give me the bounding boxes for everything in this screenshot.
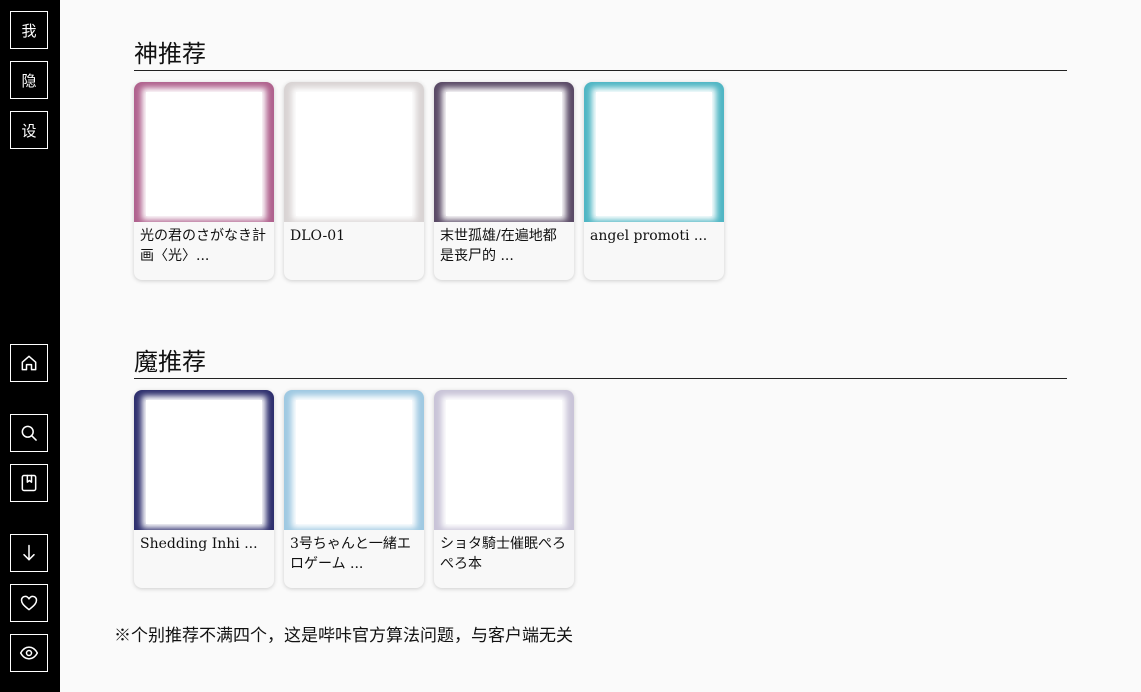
section-title-demon-recommend: 魔推荐 xyxy=(134,348,1067,379)
comic-cover xyxy=(134,390,274,530)
settings-button-label: 设 xyxy=(21,121,37,140)
comic-cover xyxy=(284,82,424,222)
comic-title: 末世孤雄/在遍地都是丧尸的 ... xyxy=(440,228,557,264)
bookmark-icon xyxy=(21,474,37,492)
settings-button[interactable]: 设 xyxy=(10,111,48,149)
comic-title: 光の君のさがなき計画〈光〉... xyxy=(140,228,266,264)
hide-button-label: 隐 xyxy=(21,71,37,90)
comic-title: angel promoti ... xyxy=(590,228,708,244)
comic-cover xyxy=(134,82,274,222)
comic-card[interactable]: angel promoti ... xyxy=(584,82,724,280)
home-icon xyxy=(21,355,37,371)
footnote: ※个别推荐不满四个，这是哔咔官方算法问题，与客户端无关 xyxy=(114,626,573,646)
section-title-god-recommend: 神推荐 xyxy=(134,40,1067,71)
home-button[interactable] xyxy=(10,344,48,382)
comic-card[interactable]: 光の君のさがなき計画〈光〉... xyxy=(134,82,274,280)
comic-title: Shedding Inhi ... xyxy=(140,536,258,552)
comic-cover xyxy=(434,390,574,530)
bookmark-button[interactable] xyxy=(10,464,48,502)
comic-card[interactable]: ショタ騎士催眠ぺろぺろ本 xyxy=(434,390,574,588)
view-button[interactable] xyxy=(10,634,48,672)
comic-card[interactable]: DLO-01 xyxy=(284,82,424,280)
comic-card[interactable]: Shedding Inhi ... xyxy=(134,390,274,588)
profile-button[interactable]: 我 xyxy=(10,11,48,49)
comic-title: DLO-01 xyxy=(290,228,346,244)
favorite-button[interactable] xyxy=(10,584,48,622)
comic-card[interactable]: 末世孤雄/在遍地都是丧尸的 ... xyxy=(434,82,574,280)
comic-title: 3号ちゃんと一緒エロゲーム ... xyxy=(290,536,411,572)
heart-icon xyxy=(20,595,38,611)
profile-button-label: 我 xyxy=(21,21,37,40)
comic-card[interactable]: 3号ちゃんと一緒エロゲーム ... xyxy=(284,390,424,588)
sidebar: 我 隐 设 xyxy=(0,0,60,692)
card-row-god-recommend: 光の君のさがなき計画〈光〉... DLO-01 末世孤雄/在遍地都是丧尸的 ..… xyxy=(134,82,724,280)
comic-cover xyxy=(584,82,724,222)
hide-button[interactable]: 隐 xyxy=(10,61,48,99)
main-content: 神推荐 光の君のさがなき計画〈光〉... DLO-01 末世孤雄/在遍地都是丧尸… xyxy=(60,0,1141,692)
comic-cover xyxy=(434,82,574,222)
eye-icon xyxy=(19,646,39,660)
card-row-demon-recommend: Shedding Inhi ... 3号ちゃんと一緒エロゲーム ... ショタ騎… xyxy=(134,390,574,588)
download-button[interactable] xyxy=(10,534,48,572)
search-icon xyxy=(21,425,37,441)
search-button[interactable] xyxy=(10,414,48,452)
comic-title: ショタ騎士催眠ぺろぺろ本 xyxy=(440,536,566,572)
comic-cover xyxy=(284,390,424,530)
download-arrow-icon xyxy=(23,544,35,561)
